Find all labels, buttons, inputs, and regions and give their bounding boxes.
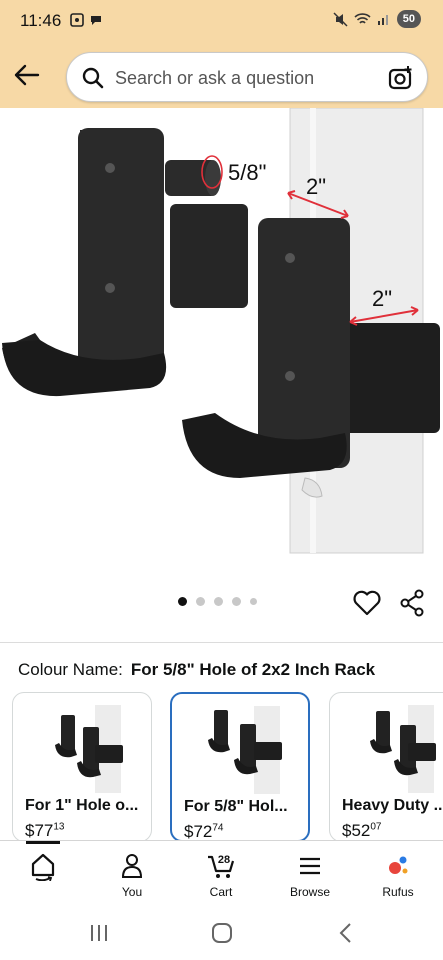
colour-name-row: Colour Name: For 5/8" Hole of 2x2 Inch Ra…	[18, 660, 375, 680]
variant-selector: For 1" Hole o... $7713 For 5/8" Hol... $…	[0, 690, 443, 840]
price-fraction: 07	[370, 821, 382, 833]
variant-title: Heavy Duty ...	[342, 797, 443, 814]
system-back-icon[interactable]	[331, 920, 361, 946]
variant-card[interactable]: Heavy Duty ... $5207	[329, 692, 443, 840]
back-button[interactable]	[10, 58, 44, 92]
colour-label: Colour Name:	[18, 660, 123, 679]
cart-icon: 28	[208, 854, 235, 878]
nav-home[interactable]	[3, 851, 83, 885]
width-top-label: 2"	[306, 174, 326, 199]
variant-thumbnail	[370, 705, 436, 793]
variant-thumbnail	[208, 706, 282, 794]
carousel-dot[interactable]	[214, 597, 223, 606]
signal-icon	[377, 15, 388, 25]
back-arrow-icon	[14, 64, 40, 86]
search-header: Search or ask a question	[0, 44, 443, 108]
price-fraction: 74	[212, 822, 224, 834]
variant-card-selected[interactable]: For 5/8" Hol... $7274	[170, 692, 310, 840]
product-image[interactable]: 5/8" 2" 2"	[0, 108, 443, 578]
home-button-icon[interactable]	[207, 920, 237, 946]
carousel-dot[interactable]	[178, 597, 187, 606]
share-icon[interactable]	[398, 588, 428, 618]
cart-badge: 28	[218, 854, 230, 866]
section-divider	[0, 642, 443, 643]
product-page: 11:46 50 Search or ask a question 5/8" 2…	[0, 0, 443, 960]
menu-icon	[300, 857, 320, 875]
screenshot-icon	[70, 13, 84, 27]
nav-label: You	[121, 885, 143, 899]
variant-title: For 1" Hole o...	[25, 797, 139, 814]
width-side-label: 2"	[372, 286, 392, 311]
carousel-dot[interactable]	[250, 598, 257, 605]
nav-you[interactable]: You	[92, 851, 172, 899]
nav-label: Rufus	[382, 885, 414, 899]
j-hook-illustration: 5/8" 2" 2"	[2, 108, 440, 554]
search-input[interactable]: Search or ask a question	[66, 52, 428, 102]
variant-price: $7713	[25, 821, 65, 840]
variant-title: For 5/8" Hol...	[184, 798, 288, 815]
nav-rufus[interactable]: Rufus	[358, 851, 438, 899]
recent-apps-icon[interactable]	[84, 920, 114, 946]
search-placeholder: Search or ask a question	[115, 68, 315, 88]
variant-price: $7274	[184, 822, 224, 840]
colour-value: For 5/8" Hole of 2x2 Inch Rack	[130, 660, 376, 679]
mute-icon	[333, 11, 348, 27]
carousel-dot[interactable]	[196, 597, 205, 606]
wifi-icon	[354, 13, 371, 24]
status-time: 11:46	[20, 11, 62, 30]
chat-icon	[91, 16, 101, 25]
nav-label: Cart	[209, 885, 233, 899]
nav-label: Browse	[289, 885, 330, 899]
person-icon	[121, 854, 143, 878]
image-carousel-dots[interactable]	[178, 597, 257, 606]
price-fraction: 13	[53, 821, 65, 833]
hole-size-label: 5/8"	[228, 160, 266, 185]
status-bar: 11:46 50	[0, 0, 443, 44]
nav-browse[interactable]: Browse	[270, 851, 350, 899]
bottom-navigation: You 28 Cart Browse Rufus	[0, 840, 443, 908]
variant-card[interactable]: For 1" Hole o... $7713	[12, 692, 152, 840]
battery-indicator: 50	[396, 10, 421, 28]
nav-cart[interactable]: 28 Cart	[181, 851, 261, 899]
variant-price: $5207	[342, 821, 382, 840]
status-notification-icons	[70, 13, 103, 27]
camera-search-icon[interactable]	[388, 65, 414, 91]
carousel-dot[interactable]	[232, 597, 241, 606]
price-whole: $52	[342, 821, 371, 840]
active-tab-indicator	[26, 841, 60, 844]
status-right-icons: 50	[333, 10, 421, 28]
search-icon	[82, 67, 104, 89]
wishlist-heart-icon[interactable]	[352, 588, 382, 618]
variant-thumbnail	[55, 705, 123, 793]
price-whole: $72	[184, 822, 213, 840]
system-navigation-bar	[0, 908, 443, 960]
rufus-icon	[389, 856, 408, 874]
price-whole: $77	[25, 821, 54, 840]
home-icon	[31, 853, 55, 881]
